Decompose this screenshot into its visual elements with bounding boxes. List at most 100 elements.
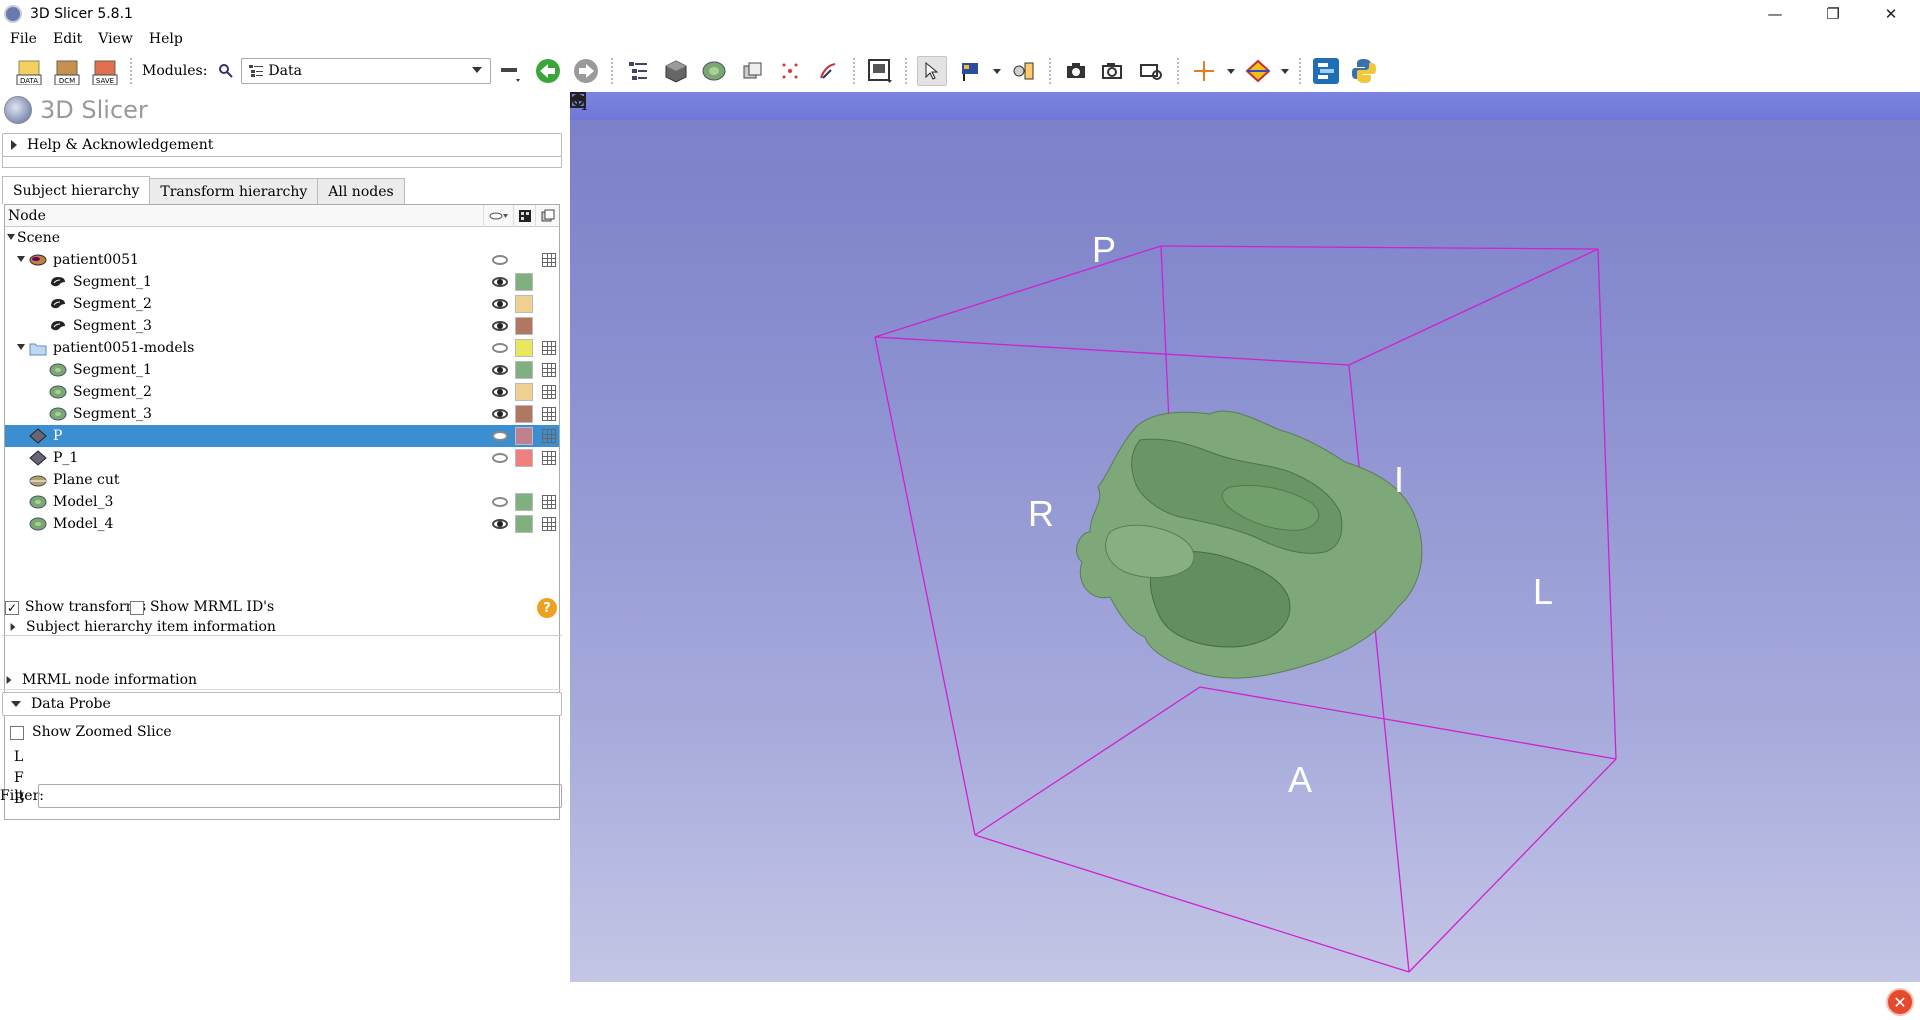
- minimize-button[interactable]: —: [1746, 0, 1804, 28]
- tree-row[interactable]: Segment_3: [5, 315, 559, 337]
- data-module-button[interactable]: [623, 56, 653, 86]
- forward-button[interactable]: [571, 56, 601, 86]
- color-column-header[interactable]: [513, 205, 535, 227]
- chevron-down-icon[interactable]: [993, 68, 1002, 74]
- eye-closed-icon[interactable]: [492, 255, 508, 265]
- volumes-module-button[interactable]: [661, 56, 691, 86]
- expand-arrow-icon[interactable]: [7, 234, 15, 240]
- crosshair-button[interactable]: [1189, 56, 1219, 86]
- color-swatch[interactable]: [515, 339, 533, 357]
- transform-grid-icon[interactable]: [542, 517, 556, 531]
- expand-arrow-icon[interactable]: [17, 344, 25, 350]
- python-console-button[interactable]: [1349, 56, 1379, 86]
- close-button[interactable]: ✕: [1862, 0, 1920, 28]
- tree-row[interactable]: P_1: [5, 447, 559, 469]
- color-swatch[interactable]: [515, 493, 533, 511]
- tab-transform-hierarchy[interactable]: Transform hierarchy: [149, 178, 319, 204]
- color-swatch[interactable]: [515, 383, 533, 401]
- color-swatch[interactable]: [515, 427, 533, 445]
- transforms-module-button[interactable]: [737, 56, 767, 86]
- maximize-button[interactable]: ❐: [1804, 0, 1862, 28]
- tree-row[interactable]: Plane cut: [5, 469, 559, 491]
- eye-open-icon[interactable]: [492, 277, 508, 287]
- models-module-button[interactable]: [699, 56, 729, 86]
- menu-view[interactable]: View: [98, 31, 133, 47]
- tab-all-nodes[interactable]: All nodes: [317, 178, 405, 204]
- place-markup-button[interactable]: [955, 56, 985, 86]
- tab-subject-hierarchy[interactable]: Subject hierarchy: [2, 176, 151, 204]
- crosshair-window-level-button[interactable]: [1009, 56, 1039, 86]
- eye-open-icon[interactable]: [492, 321, 508, 331]
- color-swatch[interactable]: [515, 405, 533, 423]
- save-button[interactable]: SAVE: [90, 56, 120, 86]
- expand-arrow-icon[interactable]: [17, 256, 25, 262]
- eye-open-icon[interactable]: [492, 299, 508, 309]
- scene-views-button[interactable]: [1099, 56, 1129, 86]
- module-history-button[interactable]: [495, 56, 525, 86]
- color-swatch[interactable]: [515, 449, 533, 467]
- transform-grid-icon[interactable]: [542, 429, 556, 443]
- eye-open-icon[interactable]: [492, 519, 508, 529]
- eye-closed-icon[interactable]: [492, 497, 508, 507]
- help-icon[interactable]: ?: [537, 598, 557, 618]
- color-swatch[interactable]: [515, 273, 533, 291]
- markups-module-button[interactable]: [775, 56, 805, 86]
- menu-file[interactable]: File: [10, 31, 37, 47]
- tree-row[interactable]: Segment_3: [5, 403, 559, 425]
- color-swatch[interactable]: [515, 317, 533, 335]
- show-zoomed-slice-checkbox[interactable]: [10, 726, 24, 740]
- tree-row[interactable]: Model_3: [5, 491, 559, 513]
- show-mrml-ids-checkbox[interactable]: [130, 601, 144, 615]
- tree-row[interactable]: patient0051: [5, 249, 559, 271]
- eye-open-icon[interactable]: [492, 387, 508, 397]
- transform-grid-icon[interactable]: [542, 451, 556, 465]
- menu-help[interactable]: Help: [149, 31, 183, 47]
- show-transforms-checkbox[interactable]: ✓: [5, 601, 19, 615]
- module-selector[interactable]: Data: [241, 58, 492, 84]
- transform-grid-icon[interactable]: [542, 407, 556, 421]
- color-swatch[interactable]: [515, 361, 533, 379]
- menu-edit[interactable]: Edit: [53, 31, 82, 47]
- filter-input[interactable]: [38, 784, 562, 808]
- eye-closed-icon[interactable]: [492, 343, 508, 353]
- visibility-column-header[interactable]: [483, 205, 513, 227]
- 3d-view[interactable]: 1 P I R L A: [570, 92, 1920, 982]
- tree-row[interactable]: patient0051-models: [5, 337, 559, 359]
- chevron-down-icon[interactable]: [1227, 68, 1236, 74]
- layout-button[interactable]: [865, 56, 895, 86]
- transform-grid-icon[interactable]: [542, 385, 556, 399]
- error-log-button[interactable]: ✕: [1886, 988, 1914, 1016]
- load-dicom-button[interactable]: DCM: [52, 56, 82, 86]
- extension-manager-button[interactable]: [1311, 56, 1341, 86]
- eye-closed-icon[interactable]: [492, 431, 508, 441]
- tree-row[interactable]: Segment_2: [5, 293, 559, 315]
- transform-grid-icon[interactable]: [542, 495, 556, 509]
- tree-row[interactable]: Segment_1: [5, 271, 559, 293]
- back-button[interactable]: [533, 56, 563, 86]
- data-probe-section[interactable]: Data Probe: [2, 692, 562, 716]
- segment-editor-button[interactable]: [813, 56, 843, 86]
- transform-column-header[interactable]: [535, 205, 559, 227]
- node-column-header[interactable]: Node: [8, 208, 46, 224]
- help-acknowledgement-section[interactable]: Help & Acknowledgement: [2, 133, 562, 157]
- tree-row[interactable]: P: [5, 425, 559, 447]
- transform-grid-icon[interactable]: [542, 341, 556, 355]
- tree-row[interactable]: Segment_2: [5, 381, 559, 403]
- eye-closed-icon[interactable]: [492, 453, 508, 463]
- load-data-button[interactable]: DATA: [14, 56, 44, 86]
- slice-intersections-button[interactable]: [1243, 56, 1273, 86]
- scene-view-capture-button[interactable]: [1137, 56, 1167, 86]
- screenshot-button[interactable]: [1061, 56, 1091, 86]
- tree-row[interactable]: Model_4: [5, 513, 559, 535]
- color-swatch[interactable]: [515, 295, 533, 313]
- mrml-node-info-section[interactable]: MRML node information: [0, 670, 562, 690]
- eye-open-icon[interactable]: [492, 409, 508, 419]
- transform-grid-icon[interactable]: [542, 363, 556, 377]
- view-transform-mode-button[interactable]: [917, 56, 948, 86]
- eye-open-icon[interactable]: [492, 365, 508, 375]
- item-info-section[interactable]: Subject hierarchy item information: [2, 618, 562, 636]
- module-search-button[interactable]: [215, 56, 237, 86]
- chevron-down-icon[interactable]: [1281, 68, 1290, 74]
- color-swatch[interactable]: [515, 515, 533, 533]
- tree-row[interactable]: Segment_1: [5, 359, 559, 381]
